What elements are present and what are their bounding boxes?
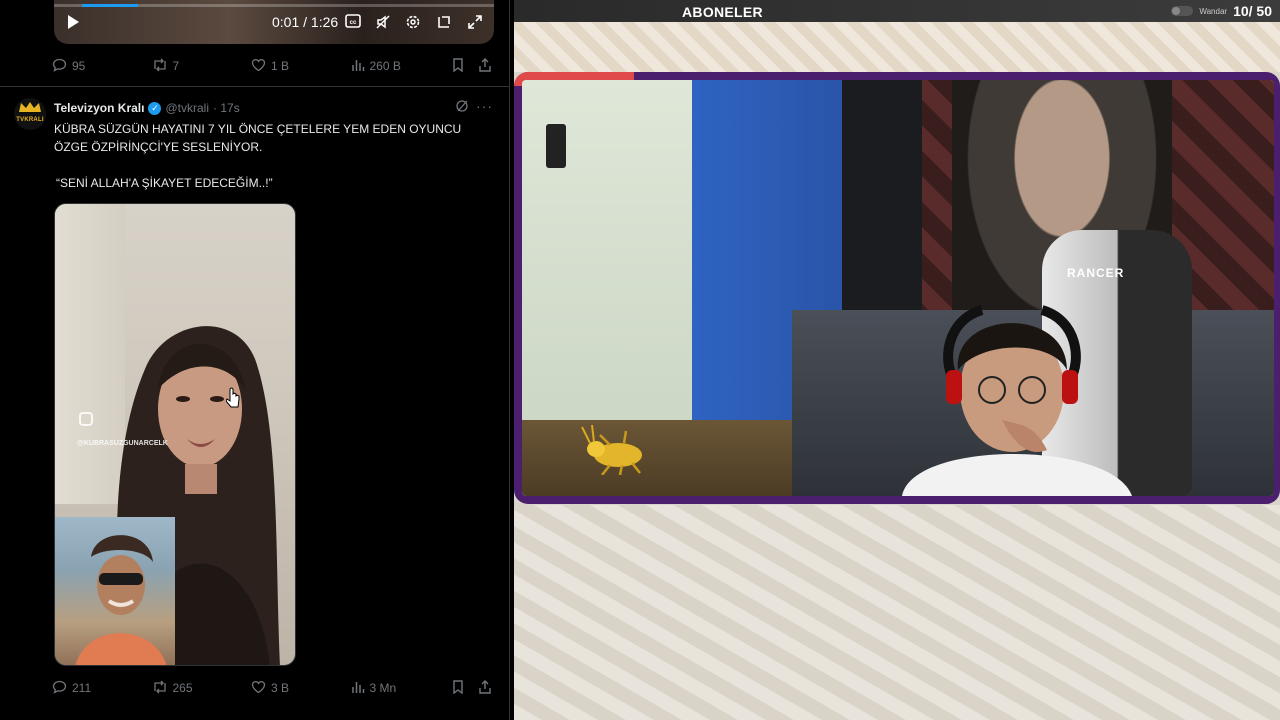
subscriber-count: 10/ 50 bbox=[1233, 3, 1272, 19]
video-progress-fill bbox=[82, 4, 138, 7]
repost-count: 265 bbox=[172, 681, 193, 695]
reply-count: 211 bbox=[72, 681, 92, 695]
video-progress-bar[interactable] bbox=[54, 4, 494, 7]
views-icon bbox=[351, 680, 365, 697]
tweet-action-bar: 95 7 1 B 260 B bbox=[52, 56, 492, 76]
bookmark-icon[interactable] bbox=[452, 57, 464, 75]
pip-icon[interactable] bbox=[435, 14, 453, 32]
instagram-handle: @KUBRASUZGUNARCELK bbox=[77, 440, 168, 447]
reply-count: 95 bbox=[72, 59, 86, 73]
reply-button[interactable]: 211 bbox=[52, 680, 152, 697]
reply-icon bbox=[52, 680, 67, 697]
like-count: 1 B bbox=[271, 59, 290, 73]
repost-button[interactable]: 265 bbox=[152, 680, 252, 697]
pixel-art-background-bottom bbox=[514, 505, 1280, 720]
stream-overlay: ABONELER Wandar 10/ 50 RANCER bbox=[514, 0, 1280, 720]
author-name[interactable]: Televizyon Kralı bbox=[54, 101, 144, 115]
wall-lamp bbox=[546, 124, 566, 168]
views-button[interactable]: 260 B bbox=[351, 58, 449, 75]
video-time: 0:01 / 1:26 bbox=[272, 14, 339, 30]
cockroach-sticker bbox=[581, 425, 642, 475]
like-count: 3 B bbox=[271, 681, 290, 695]
fullscreen-icon[interactable] bbox=[466, 14, 484, 32]
video-player[interactable]: 0:01 / 1:26 cc bbox=[54, 0, 494, 44]
reply-button[interactable]: 95 bbox=[52, 58, 152, 75]
subscriber-goal-label: ABONELER bbox=[682, 4, 763, 20]
tweet-divider bbox=[0, 86, 510, 87]
mute-icon[interactable] bbox=[374, 14, 392, 32]
heart-icon bbox=[251, 680, 266, 697]
tweet-line-2: ÖZGE ÖZPİRİNÇCİ'YE SESLENİYOR. bbox=[54, 140, 263, 154]
views-button[interactable]: 3 Mn bbox=[351, 680, 449, 697]
avatar[interactable]: TVKRALI bbox=[14, 98, 46, 130]
subscriber-goal-bar: ABONELER Wandar 10/ 50 bbox=[514, 0, 1280, 22]
tweet-line-1: KÜBRA SÜZGÜN HAYATINI 7 YIL ÖNCE ÇETELER… bbox=[54, 122, 462, 136]
bookmark-icon[interactable] bbox=[452, 679, 464, 697]
toggle-icon bbox=[1171, 6, 1194, 16]
webcam-feed: RANCER bbox=[522, 80, 1274, 496]
repost-icon bbox=[152, 58, 168, 75]
share-icon[interactable] bbox=[478, 57, 492, 75]
chair-brand: RANCER bbox=[1067, 266, 1125, 280]
verified-badge-icon: ✓ bbox=[148, 101, 162, 115]
tweet-time[interactable]: · 17s bbox=[213, 101, 240, 115]
twitter-feed: 0:01 / 1:26 cc 95 7 1 B 260 B TVKRALI Te… bbox=[0, 0, 510, 720]
inset-photo bbox=[55, 517, 175, 665]
views-count: 3 Mn bbox=[369, 681, 397, 695]
views-count: 260 B bbox=[369, 59, 401, 73]
avatar-text: TVKRALI bbox=[16, 117, 44, 123]
svg-text:cc: cc bbox=[350, 20, 357, 26]
tweet-video[interactable]: @KUBRASUZGUNARCELK bbox=[54, 203, 296, 666]
reply-icon bbox=[52, 58, 67, 75]
pixel-art-background-top bbox=[514, 22, 1280, 72]
grok-icon[interactable] bbox=[455, 99, 469, 116]
play-icon[interactable] bbox=[66, 14, 80, 30]
author-handle[interactable]: @tvkrali bbox=[165, 101, 209, 115]
cc-icon[interactable]: cc bbox=[344, 14, 362, 32]
tweet-header: Televizyon Kralı ✓ @tvkrali · 17s bbox=[54, 100, 240, 116]
tweet-text: KÜBRA SÜZGÜN HAYATINI 7 YIL ÖNCE ÇETELER… bbox=[54, 120, 494, 192]
repost-count: 7 bbox=[172, 59, 180, 73]
streamer bbox=[902, 305, 1132, 496]
repost-icon bbox=[152, 680, 168, 697]
subscriber-name: Wandar bbox=[1199, 6, 1228, 16]
mouse-cursor-icon bbox=[226, 387, 240, 408]
tweet-action-bar: 211 265 3 B 3 Mn bbox=[52, 678, 492, 698]
tweet-quote: “SENİ ALLAH'A ŞİKAYET EDECEĞİM..!” bbox=[56, 176, 273, 190]
repost-button[interactable]: 7 bbox=[152, 58, 252, 75]
like-button[interactable]: 3 B bbox=[251, 680, 351, 697]
subscriber-goal-status: Wandar 10/ 50 bbox=[1171, 3, 1272, 19]
views-icon bbox=[351, 58, 365, 75]
instagram-icon bbox=[79, 412, 93, 426]
share-icon[interactable] bbox=[478, 679, 492, 697]
settings-icon[interactable] bbox=[404, 14, 422, 32]
more-options-icon[interactable]: ··· bbox=[476, 98, 493, 114]
heart-icon bbox=[251, 58, 266, 75]
like-button[interactable]: 1 B bbox=[251, 58, 351, 75]
